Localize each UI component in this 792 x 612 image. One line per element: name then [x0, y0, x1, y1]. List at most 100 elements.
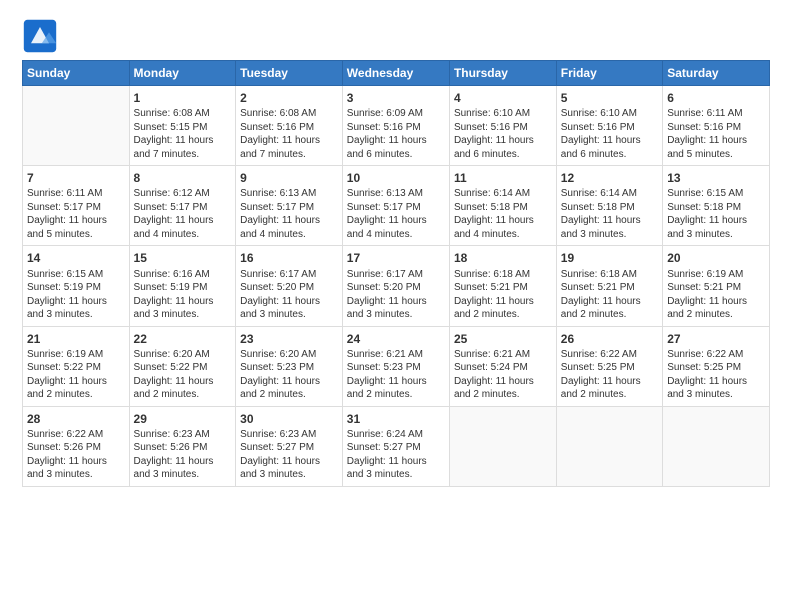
- day-info: Sunrise: 6:08 AM Sunset: 5:16 PM Dayligh…: [240, 107, 338, 161]
- day-number: 8: [134, 170, 232, 186]
- day-number: 14: [27, 250, 125, 266]
- day-number: 5: [561, 90, 658, 106]
- day-number: 18: [454, 250, 552, 266]
- day-info: Sunrise: 6:12 AM Sunset: 5:17 PM Dayligh…: [134, 187, 232, 241]
- calendar-cell: 30Sunrise: 6:23 AM Sunset: 5:27 PM Dayli…: [236, 406, 343, 486]
- day-info: Sunrise: 6:19 AM Sunset: 5:22 PM Dayligh…: [27, 348, 125, 402]
- page: SundayMondayTuesdayWednesdayThursdayFrid…: [0, 0, 792, 612]
- day-info: Sunrise: 6:22 AM Sunset: 5:26 PM Dayligh…: [27, 428, 125, 482]
- calendar-cell: 3Sunrise: 6:09 AM Sunset: 5:16 PM Daylig…: [342, 86, 449, 166]
- day-info: Sunrise: 6:14 AM Sunset: 5:18 PM Dayligh…: [454, 187, 552, 241]
- day-info: Sunrise: 6:15 AM Sunset: 5:18 PM Dayligh…: [667, 187, 765, 241]
- calendar-cell: [556, 406, 662, 486]
- day-number: 22: [134, 331, 232, 347]
- day-number: 25: [454, 331, 552, 347]
- calendar-cell: 14Sunrise: 6:15 AM Sunset: 5:19 PM Dayli…: [23, 246, 130, 326]
- calendar-cell: 4Sunrise: 6:10 AM Sunset: 5:16 PM Daylig…: [449, 86, 556, 166]
- day-info: Sunrise: 6:21 AM Sunset: 5:23 PM Dayligh…: [347, 348, 445, 402]
- day-number: 3: [347, 90, 445, 106]
- calendar-cell: [663, 406, 770, 486]
- weekday-header-tuesday: Tuesday: [236, 61, 343, 86]
- calendar-cell: 13Sunrise: 6:15 AM Sunset: 5:18 PM Dayli…: [663, 166, 770, 246]
- calendar-cell: 29Sunrise: 6:23 AM Sunset: 5:26 PM Dayli…: [129, 406, 236, 486]
- day-info: Sunrise: 6:22 AM Sunset: 5:25 PM Dayligh…: [561, 348, 658, 402]
- calendar: SundayMondayTuesdayWednesdayThursdayFrid…: [22, 60, 770, 487]
- day-number: 9: [240, 170, 338, 186]
- calendar-cell: 23Sunrise: 6:20 AM Sunset: 5:23 PM Dayli…: [236, 326, 343, 406]
- calendar-cell: 5Sunrise: 6:10 AM Sunset: 5:16 PM Daylig…: [556, 86, 662, 166]
- calendar-cell: [449, 406, 556, 486]
- day-number: 31: [347, 411, 445, 427]
- calendar-cell: 21Sunrise: 6:19 AM Sunset: 5:22 PM Dayli…: [23, 326, 130, 406]
- weekday-header-thursday: Thursday: [449, 61, 556, 86]
- calendar-cell: 12Sunrise: 6:14 AM Sunset: 5:18 PM Dayli…: [556, 166, 662, 246]
- day-number: 11: [454, 170, 552, 186]
- day-info: Sunrise: 6:23 AM Sunset: 5:27 PM Dayligh…: [240, 428, 338, 482]
- day-number: 4: [454, 90, 552, 106]
- calendar-cell: 17Sunrise: 6:17 AM Sunset: 5:20 PM Dayli…: [342, 246, 449, 326]
- day-info: Sunrise: 6:18 AM Sunset: 5:21 PM Dayligh…: [561, 268, 658, 322]
- day-number: 29: [134, 411, 232, 427]
- day-info: Sunrise: 6:10 AM Sunset: 5:16 PM Dayligh…: [454, 107, 552, 161]
- day-number: 16: [240, 250, 338, 266]
- day-info: Sunrise: 6:11 AM Sunset: 5:17 PM Dayligh…: [27, 187, 125, 241]
- calendar-cell: 31Sunrise: 6:24 AM Sunset: 5:27 PM Dayli…: [342, 406, 449, 486]
- day-number: 7: [27, 170, 125, 186]
- day-info: Sunrise: 6:13 AM Sunset: 5:17 PM Dayligh…: [347, 187, 445, 241]
- calendar-cell: 26Sunrise: 6:22 AM Sunset: 5:25 PM Dayli…: [556, 326, 662, 406]
- day-number: 6: [667, 90, 765, 106]
- day-info: Sunrise: 6:10 AM Sunset: 5:16 PM Dayligh…: [561, 107, 658, 161]
- day-number: 27: [667, 331, 765, 347]
- header: [22, 18, 770, 54]
- day-info: Sunrise: 6:17 AM Sunset: 5:20 PM Dayligh…: [347, 268, 445, 322]
- day-info: Sunrise: 6:11 AM Sunset: 5:16 PM Dayligh…: [667, 107, 765, 161]
- calendar-week-2: 7Sunrise: 6:11 AM Sunset: 5:17 PM Daylig…: [23, 166, 770, 246]
- calendar-cell: 25Sunrise: 6:21 AM Sunset: 5:24 PM Dayli…: [449, 326, 556, 406]
- calendar-cell: 15 Sunrise: 6:16 AM Sunset: 5:19 PM Dayli…: [129, 246, 236, 326]
- calendar-week-1: 1Sunrise: 6:08 AM Sunset: 5:15 PM Daylig…: [23, 86, 770, 166]
- day-number: 24: [347, 331, 445, 347]
- calendar-cell: 10Sunrise: 6:13 AM Sunset: 5:17 PM Dayli…: [342, 166, 449, 246]
- calendar-cell: 7Sunrise: 6:11 AM Sunset: 5:17 PM Daylig…: [23, 166, 130, 246]
- weekday-header-sunday: Sunday: [23, 61, 130, 86]
- calendar-cell: 24Sunrise: 6:21 AM Sunset: 5:23 PM Dayli…: [342, 326, 449, 406]
- calendar-cell: [23, 86, 130, 166]
- day-number: 30: [240, 411, 338, 427]
- day-number: 10: [347, 170, 445, 186]
- day-info: Sunrise: 6:16 AM Sunset: 5:19 PM Dayligh…: [134, 268, 232, 322]
- calendar-cell: 11Sunrise: 6:14 AM Sunset: 5:18 PM Dayli…: [449, 166, 556, 246]
- weekday-header-monday: Monday: [129, 61, 236, 86]
- weekday-header-saturday: Saturday: [663, 61, 770, 86]
- logo: [22, 18, 60, 54]
- calendar-cell: 8Sunrise: 6:12 AM Sunset: 5:17 PM Daylig…: [129, 166, 236, 246]
- day-info: Sunrise: 6:21 AM Sunset: 5:24 PM Dayligh…: [454, 348, 552, 402]
- day-info: Sunrise: 6:24 AM Sunset: 5:27 PM Dayligh…: [347, 428, 445, 482]
- day-info: Sunrise: 6:14 AM Sunset: 5:18 PM Dayligh…: [561, 187, 658, 241]
- calendar-cell: 18Sunrise: 6:18 AM Sunset: 5:21 PM Dayli…: [449, 246, 556, 326]
- day-info: Sunrise: 6:20 AM Sunset: 5:22 PM Dayligh…: [134, 348, 232, 402]
- day-info: Sunrise: 6:19 AM Sunset: 5:21 PM Dayligh…: [667, 268, 765, 322]
- calendar-cell: 9Sunrise: 6:13 AM Sunset: 5:17 PM Daylig…: [236, 166, 343, 246]
- day-info: Sunrise: 6:22 AM Sunset: 5:25 PM Dayligh…: [667, 348, 765, 402]
- calendar-cell: 28Sunrise: 6:22 AM Sunset: 5:26 PM Dayli…: [23, 406, 130, 486]
- calendar-week-5: 28Sunrise: 6:22 AM Sunset: 5:26 PM Dayli…: [23, 406, 770, 486]
- day-number: 15: [134, 250, 232, 266]
- calendar-cell: 27Sunrise: 6:22 AM Sunset: 5:25 PM Dayli…: [663, 326, 770, 406]
- weekday-header-wednesday: Wednesday: [342, 61, 449, 86]
- logo-icon: [22, 18, 58, 54]
- calendar-cell: 6Sunrise: 6:11 AM Sunset: 5:16 PM Daylig…: [663, 86, 770, 166]
- day-info: Sunrise: 6:08 AM Sunset: 5:15 PM Dayligh…: [134, 107, 232, 161]
- calendar-header-row: SundayMondayTuesdayWednesdayThursdayFrid…: [23, 61, 770, 86]
- calendar-week-3: 14Sunrise: 6:15 AM Sunset: 5:19 PM Dayli…: [23, 246, 770, 326]
- calendar-cell: 2Sunrise: 6:08 AM Sunset: 5:16 PM Daylig…: [236, 86, 343, 166]
- day-number: 13: [667, 170, 765, 186]
- calendar-cell: 16 Sunrise: 6:17 AM Sunset: 5:20 PM Dayli…: [236, 246, 343, 326]
- day-number: 26: [561, 331, 658, 347]
- day-info: Sunrise: 6:09 AM Sunset: 5:16 PM Dayligh…: [347, 107, 445, 161]
- calendar-cell: 20Sunrise: 6:19 AM Sunset: 5:21 PM Dayli…: [663, 246, 770, 326]
- calendar-cell: 22Sunrise: 6:20 AM Sunset: 5:22 PM Dayli…: [129, 326, 236, 406]
- calendar-week-4: 21Sunrise: 6:19 AM Sunset: 5:22 PM Dayli…: [23, 326, 770, 406]
- day-number: 12: [561, 170, 658, 186]
- day-info: Sunrise: 6:17 AM Sunset: 5:20 PM Dayligh…: [240, 268, 338, 322]
- day-info: Sunrise: 6:23 AM Sunset: 5:26 PM Dayligh…: [134, 428, 232, 482]
